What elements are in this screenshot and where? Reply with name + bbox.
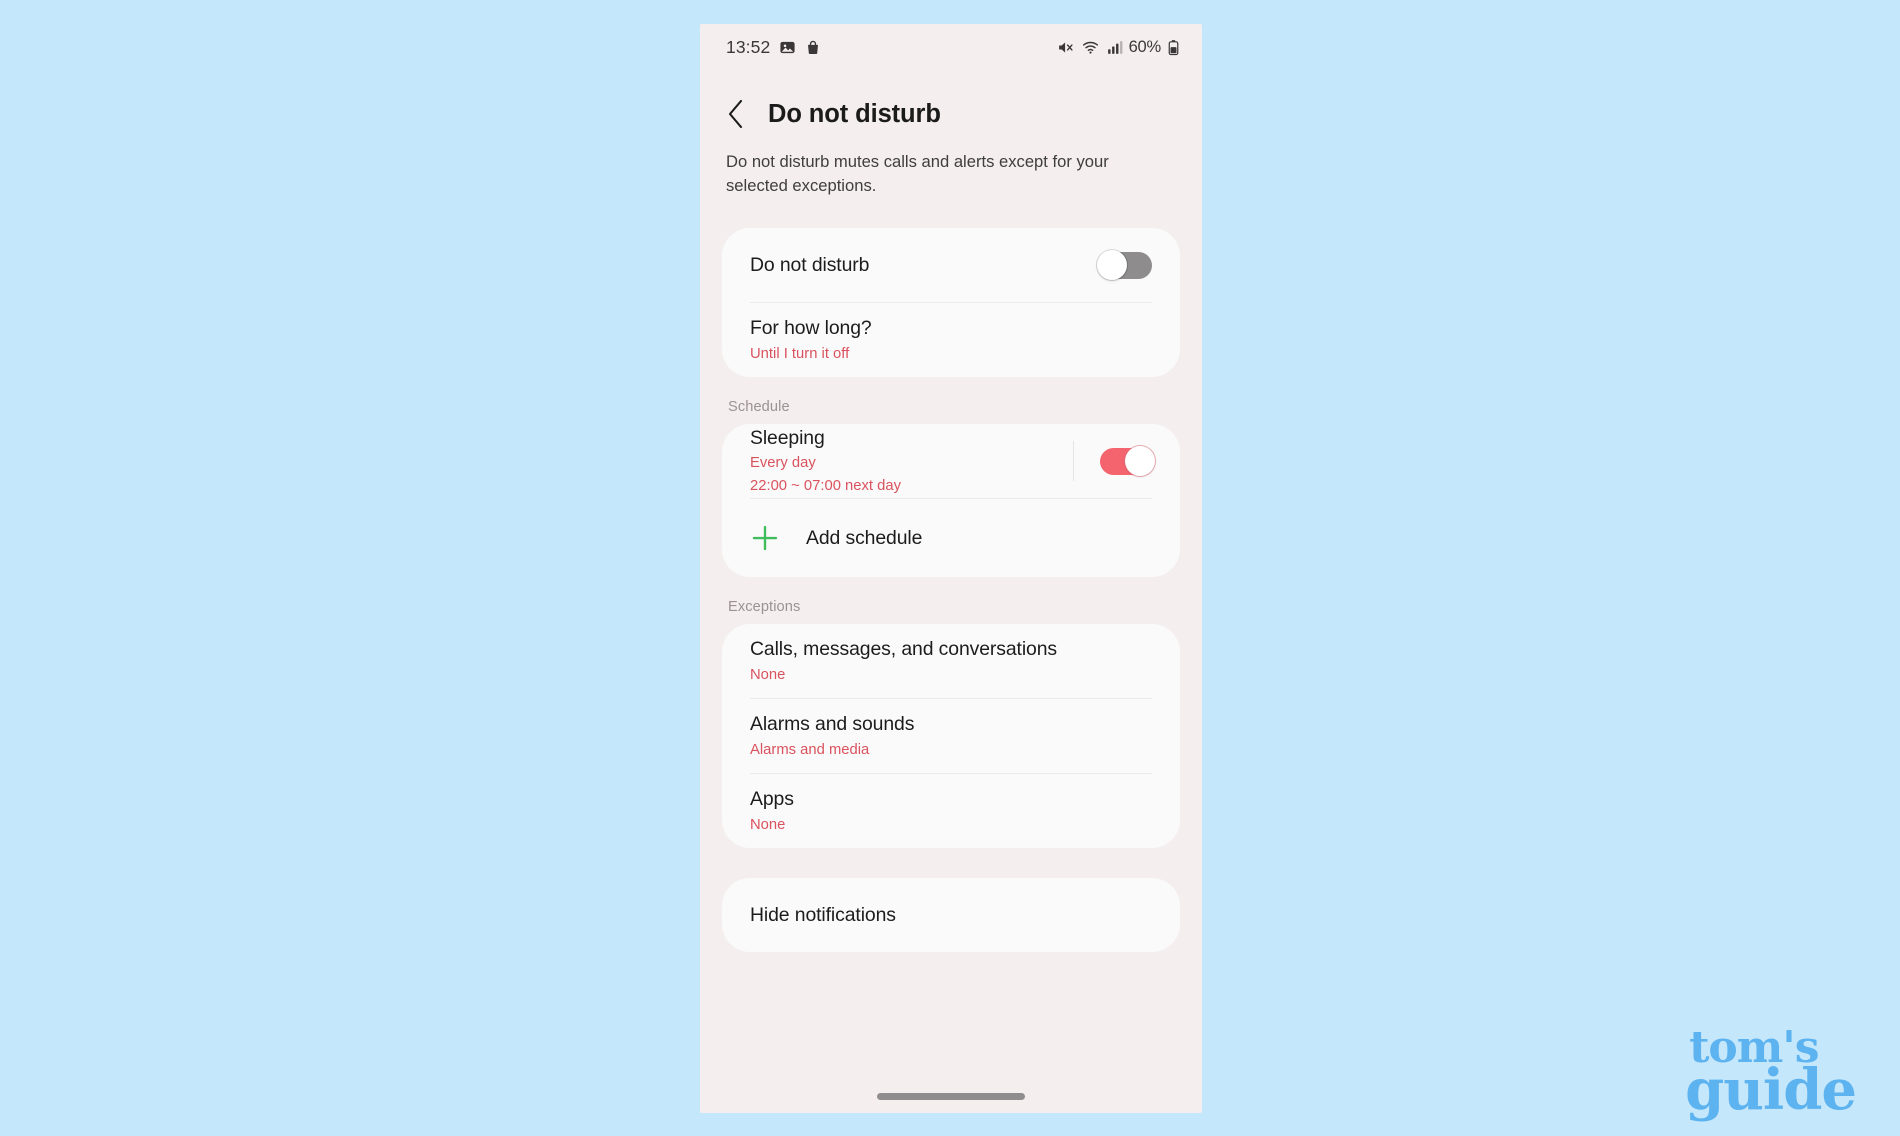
watermark-line-2: guide [1685,1056,1857,1123]
row-schedule-time: 22:00 ~ 07:00 next day [750,478,901,495]
sleeping-schedule-toggle[interactable] [1100,446,1155,477]
toggle-thumb [1125,446,1155,477]
row-apps[interactable]: Apps None [722,774,1180,848]
hide-notifications-card: Hide notifications [722,878,1180,953]
row-value: None [750,816,786,833]
toggle-thumb [1097,250,1127,281]
row-value: Until I turn it off [750,345,850,362]
row-text: Calls, messages, and conversations None [750,637,1152,685]
status-bar-left: 13:52 [726,37,821,58]
row-alarms-and-sounds[interactable]: Alarms and sounds Alarms and media [722,699,1180,773]
wifi-icon [1082,41,1098,54]
exceptions-card: Calls, messages, and conversations None … [722,624,1180,849]
back-chevron-icon[interactable] [726,98,746,130]
mute-icon [1058,42,1073,52]
signal-icon [1107,40,1122,54]
row-sleeping[interactable]: Sleeping Every day 22:00 ~ 07:00 next da… [722,424,1180,498]
row-title: For how long? [750,317,872,340]
battery-percent-label: 60% [1128,37,1162,56]
row-title: Calls, messages, and conversations [750,638,1058,661]
page-title: Do not disturb [768,99,941,128]
page-header: Do not disturb [700,70,1202,130]
status-bar: 13:52 60% [700,24,1202,70]
row-title: Alarms and sounds [750,713,915,736]
row-text: Do not disturb [750,253,1100,277]
phone-screen: 13:52 60% Do not disturb Do not disturb … [700,24,1202,1113]
row-text: For how long? Until I turn it off [750,316,1152,364]
row-hide-notifications[interactable]: Hide notifications [722,878,1180,952]
row-title: Do not disturb [750,253,870,276]
status-bar-right: 60% [1056,38,1180,57]
row-title: Sleeping [750,426,825,449]
plus-icon [752,525,778,551]
row-text: Hide notifications [750,903,1152,927]
page-subtitle: Do not disturb mutes calls and alerts ex… [726,152,1109,196]
row-value: Alarms and media [750,741,870,758]
toggle-separator [1073,441,1074,482]
row-add-schedule[interactable]: Add schedule [722,499,1180,577]
section-label-exceptions: Exceptions [728,599,801,616]
dnd-main-card: Do not disturb For how long? Until I tur… [722,228,1180,378]
row-text: Sleeping Every day 22:00 ~ 07:00 next da… [750,426,1073,497]
status-bar-clock: 13:52 [726,36,771,57]
shopping-bag-icon [808,40,819,54]
do-not-disturb-toggle[interactable] [1097,250,1152,281]
row-do-not-disturb[interactable]: Do not disturb [722,228,1180,302]
row-text: Alarms and sounds Alarms and media [750,712,1152,760]
row-calls-messages-conversations[interactable]: Calls, messages, and conversations None [722,624,1180,698]
home-indicator[interactable] [877,1093,1025,1100]
image-icon [780,41,795,53]
row-value: None [750,666,786,683]
row-title: Hide notifications [750,903,896,926]
row-title: Apps [750,788,794,811]
toms-guide-watermark: tom's guide [1685,1026,1857,1123]
row-for-how-long[interactable]: For how long? Until I turn it off [722,303,1180,377]
battery-icon [1168,39,1179,55]
row-schedule-days: Every day [750,454,816,471]
row-text: Apps None [750,787,1152,835]
schedule-card: Sleeping Every day 22:00 ~ 07:00 next da… [722,424,1180,578]
add-schedule-label: Add schedule [806,526,923,549]
section-label-schedule: Schedule [728,399,790,416]
